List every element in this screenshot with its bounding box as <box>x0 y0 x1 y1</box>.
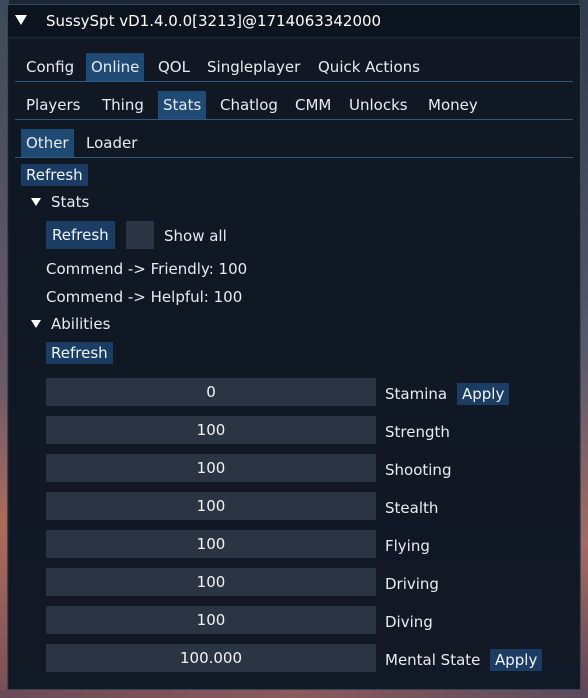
shooting-input[interactable]: 100 <box>46 454 376 482</box>
tab-players[interactable]: Players <box>21 91 86 119</box>
mental-state-input[interactable]: 100.000 <box>46 644 376 672</box>
tab-unlocks[interactable]: Unlocks <box>344 91 413 119</box>
abilities-expand-icon[interactable] <box>31 320 41 328</box>
stealth-input[interactable]: 100 <box>46 492 376 520</box>
tab-quick-actions[interactable]: Quick Actions <box>313 53 425 81</box>
flying-label: Flying <box>385 537 430 555</box>
stats-tabs-divider <box>15 157 573 158</box>
tab-cmm[interactable]: CMM <box>290 91 336 119</box>
show-all-label: Show all <box>164 227 227 245</box>
tab-chatlog[interactable]: Chatlog <box>215 91 283 119</box>
tab-config[interactable]: Config <box>21 53 79 81</box>
tab-thing[interactable]: Thing <box>97 91 149 119</box>
title-bar[interactable]: SussySpt vD1.4.0.0[3213]@1714063342000 <box>8 5 580 38</box>
strength-input[interactable]: 100 <box>46 416 376 444</box>
shooting-label: Shooting <box>385 461 452 479</box>
stats-expand-icon[interactable] <box>31 198 41 206</box>
stats-header[interactable]: Stats <box>51 193 89 211</box>
commend-helpful-text: Commend -> Helpful: 100 <box>46 288 243 306</box>
tab-singleplayer[interactable]: Singleplayer <box>202 53 305 81</box>
strength-label: Strength <box>385 423 450 441</box>
background-bottom-edge <box>0 690 588 698</box>
diving-input[interactable]: 100 <box>46 606 376 634</box>
diving-label: Diving <box>385 613 433 631</box>
commend-friendly-text: Commend -> Friendly: 100 <box>46 260 248 278</box>
tab-money[interactable]: Money <box>423 91 483 119</box>
tab-loader[interactable]: Loader <box>81 129 142 157</box>
window-title: SussySpt vD1.4.0.0[3213]@1714063342000 <box>46 12 382 30</box>
driving-label: Driving <box>385 575 439 593</box>
mental-state-label: Mental State <box>385 651 481 669</box>
tab-other[interactable]: Other <box>21 129 74 157</box>
tab-online[interactable]: Online <box>86 53 145 81</box>
refresh-button[interactable]: Refresh <box>21 164 88 186</box>
stealth-label: Stealth <box>385 499 439 517</box>
tab-stats[interactable]: Stats <box>158 91 207 119</box>
stamina-apply-button[interactable]: Apply <box>457 383 510 405</box>
mental-state-apply-button[interactable]: Apply <box>490 649 543 671</box>
main-tabs-divider <box>15 81 573 82</box>
show-all-checkbox[interactable] <box>126 221 154 249</box>
stamina-label: Stamina <box>385 385 448 403</box>
abilities-header[interactable]: Abilities <box>51 315 110 333</box>
sussyspt-window: SussySpt vD1.4.0.0[3213]@1714063342000 C… <box>7 4 581 690</box>
stats-refresh-button[interactable]: Refresh <box>46 221 115 249</box>
driving-input[interactable]: 100 <box>46 568 376 596</box>
tab-qol[interactable]: QOL <box>153 53 195 81</box>
stamina-input[interactable]: 0 <box>46 378 376 406</box>
abilities-refresh-button[interactable]: Refresh <box>46 342 113 364</box>
flying-input[interactable]: 100 <box>46 530 376 558</box>
collapse-window-icon[interactable] <box>15 15 27 25</box>
online-tabs-divider <box>15 119 573 120</box>
